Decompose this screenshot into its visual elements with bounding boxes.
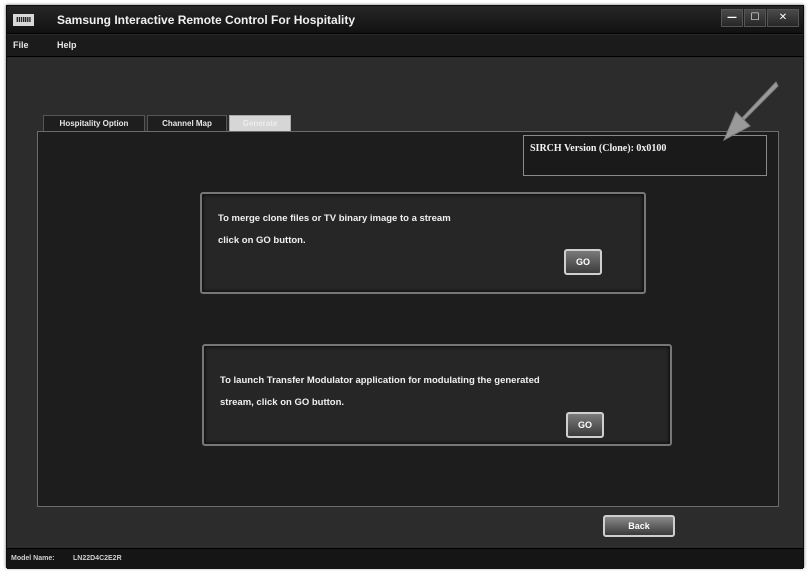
merge-stream-box: To merge clone files or TV binary image … bbox=[200, 192, 646, 294]
tab-generate[interactable]: Generate bbox=[229, 115, 291, 131]
generate-panel: SIRCH Version (Clone): 0x0100 To merge c… bbox=[37, 131, 779, 507]
model-name-value: LN22D4C2E2R bbox=[73, 555, 122, 562]
menu-help[interactable]: Help bbox=[57, 40, 77, 50]
back-button[interactable]: Back bbox=[603, 515, 675, 537]
transfer-modulator-text: To launch Transfer Modulator application… bbox=[220, 370, 650, 414]
tab-channel-map[interactable]: Channel Map bbox=[147, 115, 227, 131]
version-text: SIRCH Version (Clone): 0x0100 bbox=[530, 143, 667, 154]
client-area: Hospitality Option Channel Map Generate … bbox=[7, 58, 803, 547]
model-name-label: Model Name: bbox=[11, 555, 55, 562]
transfer-modulator-line-1: To launch Transfer Modulator application… bbox=[220, 375, 540, 386]
title-bar[interactable]: IIIIIII Samsung Interactive Remote Contr… bbox=[7, 6, 803, 34]
maximize-button[interactable]: ☐ bbox=[744, 9, 766, 27]
minimize-button[interactable]: — bbox=[721, 9, 743, 27]
transfer-modulator-line-2: stream, click on GO button. bbox=[220, 397, 345, 408]
samsung-logo-icon: IIIIIII bbox=[13, 14, 34, 26]
merge-stream-line-1: To merge clone files or TV binary image … bbox=[218, 213, 451, 224]
app-window: IIIIIII Samsung Interactive Remote Contr… bbox=[6, 5, 804, 569]
modulator-go-button[interactable]: GO bbox=[566, 412, 604, 438]
menu-file[interactable]: File bbox=[13, 40, 29, 50]
status-bar: Model Name: LN22D4C2E2R bbox=[7, 548, 803, 569]
transfer-modulator-box: To launch Transfer Modulator application… bbox=[202, 344, 672, 446]
merge-stream-text: To merge clone files or TV binary image … bbox=[218, 208, 548, 252]
window-title: Samsung Interactive Remote Control For H… bbox=[57, 13, 356, 27]
menu-bar: File Help bbox=[7, 35, 803, 57]
close-button[interactable]: ✕ bbox=[767, 9, 799, 27]
tab-hospitality-option[interactable]: Hospitality Option bbox=[43, 115, 145, 131]
pointer-arrow-icon bbox=[722, 81, 779, 142]
merge-go-button[interactable]: GO bbox=[564, 249, 602, 275]
merge-stream-line-2: click on GO button. bbox=[218, 235, 306, 246]
